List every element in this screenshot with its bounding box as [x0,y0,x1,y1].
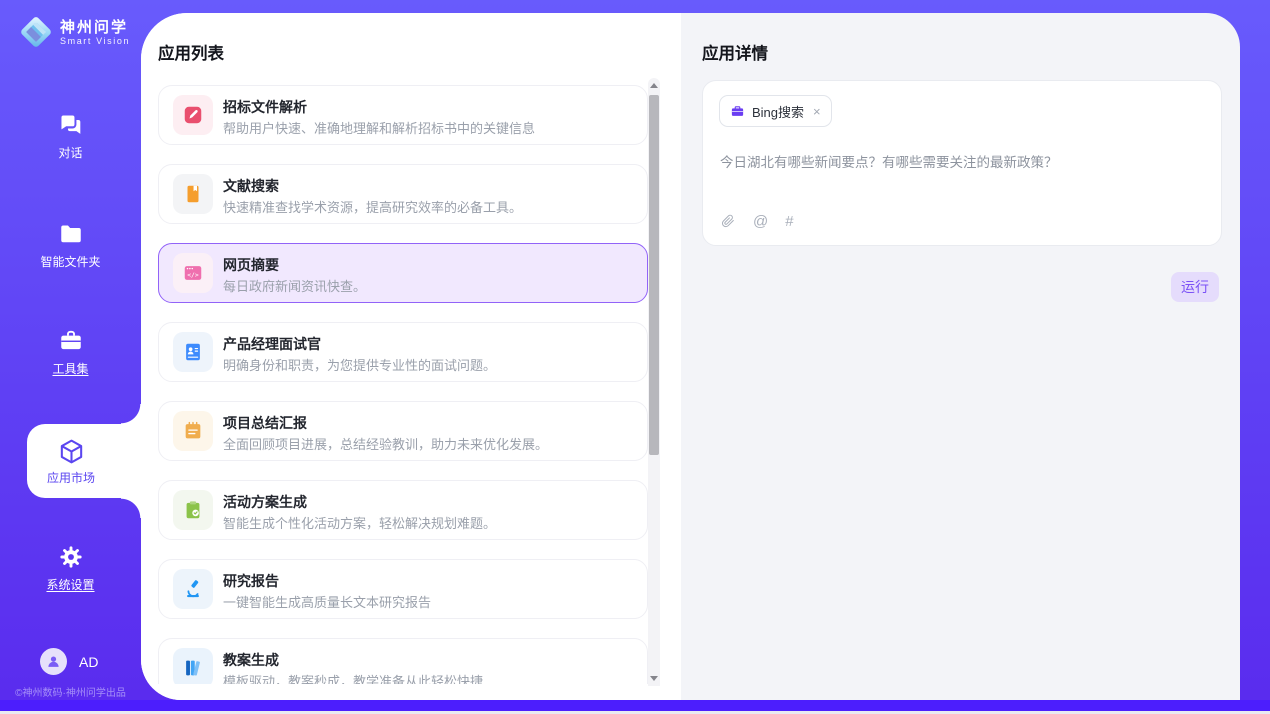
sidebar-item-app-market-selected[interactable]: 应用市场 [27,424,141,498]
mention-icon[interactable]: @ [753,213,768,230]
toolbox-icon [58,328,84,354]
sidebar-item-label: 智能文件夹 [40,253,100,270]
sidebar-item-label: 对话 [58,144,82,161]
brand-logo: 神州问学 Smart Vision [18,14,130,50]
avatar [40,648,67,675]
microscope-icon [182,578,204,600]
app-title: 活动方案生成 [223,492,307,512]
topic-icon[interactable]: # [785,213,793,230]
app-title: 文献搜索 [223,176,279,196]
sidebar-item-toolset[interactable]: 工具集 [0,328,141,377]
scroll-up-arrow-icon[interactable] [650,83,658,88]
app-card-pm-interviewer[interactable]: 产品经理面试官 明确身份和职责，为您提供专业性的面试问题。 [158,322,648,382]
app-desc: 智能生成个性化活动方案，轻松解决规划难题。 [223,513,496,532]
app-card-research-report[interactable]: 研究报告 一键智能生成高质量长文本研究报告 [158,559,648,619]
brand-name: 神州问学 [60,19,130,36]
app-detail-title: 应用详情 [702,40,768,64]
scroll-down-arrow-icon[interactable] [650,676,658,681]
gear-icon [58,544,84,570]
sidebar-item-label: 应用市场 [47,469,95,486]
app-desc: 明确身份和职责，为您提供专业性的面试问题。 [223,355,496,374]
clipboard-check-icon [182,499,204,521]
paperclip-icon[interactable] [720,213,736,230]
app-list-title: 应用列表 [158,40,224,64]
app-list-panel: 应用列表 招标文件解析 帮助用户快速、准确地理解和解析招标书中的关键信息 [141,13,681,700]
svg-text:</>: </> [187,271,199,279]
app-title: 研究报告 [223,571,279,591]
brand-tagline: Smart Vision [60,36,130,46]
sidebar-item-chat[interactable]: 对话 [0,112,141,161]
app-icon-box [173,95,213,135]
app-card-literature-search[interactable]: 文献搜索 快速精准查找学术资源，提高研究效率的必备工具。 [158,164,648,224]
sidebar-item-label: 系统设置 [46,576,94,593]
close-icon[interactable]: × [813,104,821,119]
app-desc: 一键智能生成高质量长文本研究报告 [223,592,431,611]
app-icon-box [173,174,213,214]
book-icon [182,183,204,205]
prompt-card: Bing搜索 × 今日湖北有哪些新闻要点？有哪些需要关注的最新政策？ @ # [702,80,1222,246]
app-desc: 全面回顾项目进展，总结经验教训，助力未来优化发展。 [223,434,548,453]
sidebar-item-label: 工具集 [52,360,88,377]
notepad-icon [182,420,204,442]
app-card-event-plan[interactable]: 活动方案生成 智能生成个性化活动方案，轻松解决规划难题。 [158,480,648,540]
folder-icon [58,221,84,247]
app-desc: 每日政府新闻资讯快查。 [223,276,366,295]
bottom-strip [0,700,1270,711]
prompt-toolbar: @ # [720,213,794,230]
app-list: 招标文件解析 帮助用户快速、准确地理解和解析招标书中的关键信息 文献搜索 快速精… [158,85,648,684]
resume-icon [182,341,204,363]
app-desc: 帮助用户快速、准确地理解和解析招标书中的关键信息 [223,118,535,137]
list-scrollbar[interactable] [648,78,660,686]
app-title: 产品经理面试官 [223,334,321,354]
books-icon [182,657,204,679]
scrollbar-thumb[interactable] [649,95,659,455]
app-card-project-summary[interactable]: 项目总结汇报 全面回顾项目进展，总结经验教训，助力未来优化发展。 [158,401,648,461]
app-icon-box [173,332,213,372]
content-shell: 应用列表 招标文件解析 帮助用户快速、准确地理解和解析招标书中的关键信息 [141,13,1240,700]
app-title: 教案生成 [223,650,279,670]
user-name: AD [79,654,98,670]
sidebar: 神州问学 Smart Vision 对话 智能文件夹 工具集 [0,0,141,700]
edit-icon [182,104,204,126]
app-icon-box [173,648,213,684]
chat-icon [58,112,84,138]
tool-tag-label: Bing搜索 [752,102,804,121]
app-card-lesson-plan[interactable]: 教案生成 模板驱动，教案秒成，教学准备从此轻松快捷 [158,638,648,684]
tool-tag-bing-search[interactable]: Bing搜索 × [719,95,832,127]
copyright-footer: ©神州数码·神州问学出品 [0,684,141,699]
app-title: 网页摘要 [223,255,279,275]
cube-icon [57,437,86,466]
prompt-input[interactable]: 今日湖北有哪些新闻要点？有哪些需要关注的最新政策？ [720,151,1200,171]
app-icon-box [173,411,213,451]
app-icon-box [173,490,213,530]
app-icon-box [173,569,213,609]
app-desc: 快速精准查找学术资源，提高研究效率的必备工具。 [223,197,522,216]
app-icon-box: </> [173,253,213,293]
user-account[interactable]: AD [40,648,98,675]
app-card-web-summary-selected[interactable]: </> 网页摘要 每日政府新闻资讯快查。 [158,243,648,303]
sidebar-item-settings[interactable]: 系统设置 [0,544,141,593]
app-title: 项目总结汇报 [223,413,307,433]
app-detail-panel: 应用详情 Bing搜索 × 今日湖北有哪些新闻要点？有哪些需要关注的最新政策？ … [681,13,1240,700]
app-card-bid-parse[interactable]: 招标文件解析 帮助用户快速、准确地理解和解析招标书中的关键信息 [158,85,648,145]
diamond-logo-icon [18,14,54,50]
sidebar-item-smart-folder[interactable]: 智能文件夹 [0,221,141,270]
webpage-code-icon: </> [182,262,204,284]
briefcase-icon [730,104,745,119]
app-desc: 模板驱动，教案秒成，教学准备从此轻松快捷 [223,671,483,684]
run-button[interactable]: 运行 [1171,272,1219,302]
app-title: 招标文件解析 [223,97,307,117]
person-icon [46,654,61,669]
